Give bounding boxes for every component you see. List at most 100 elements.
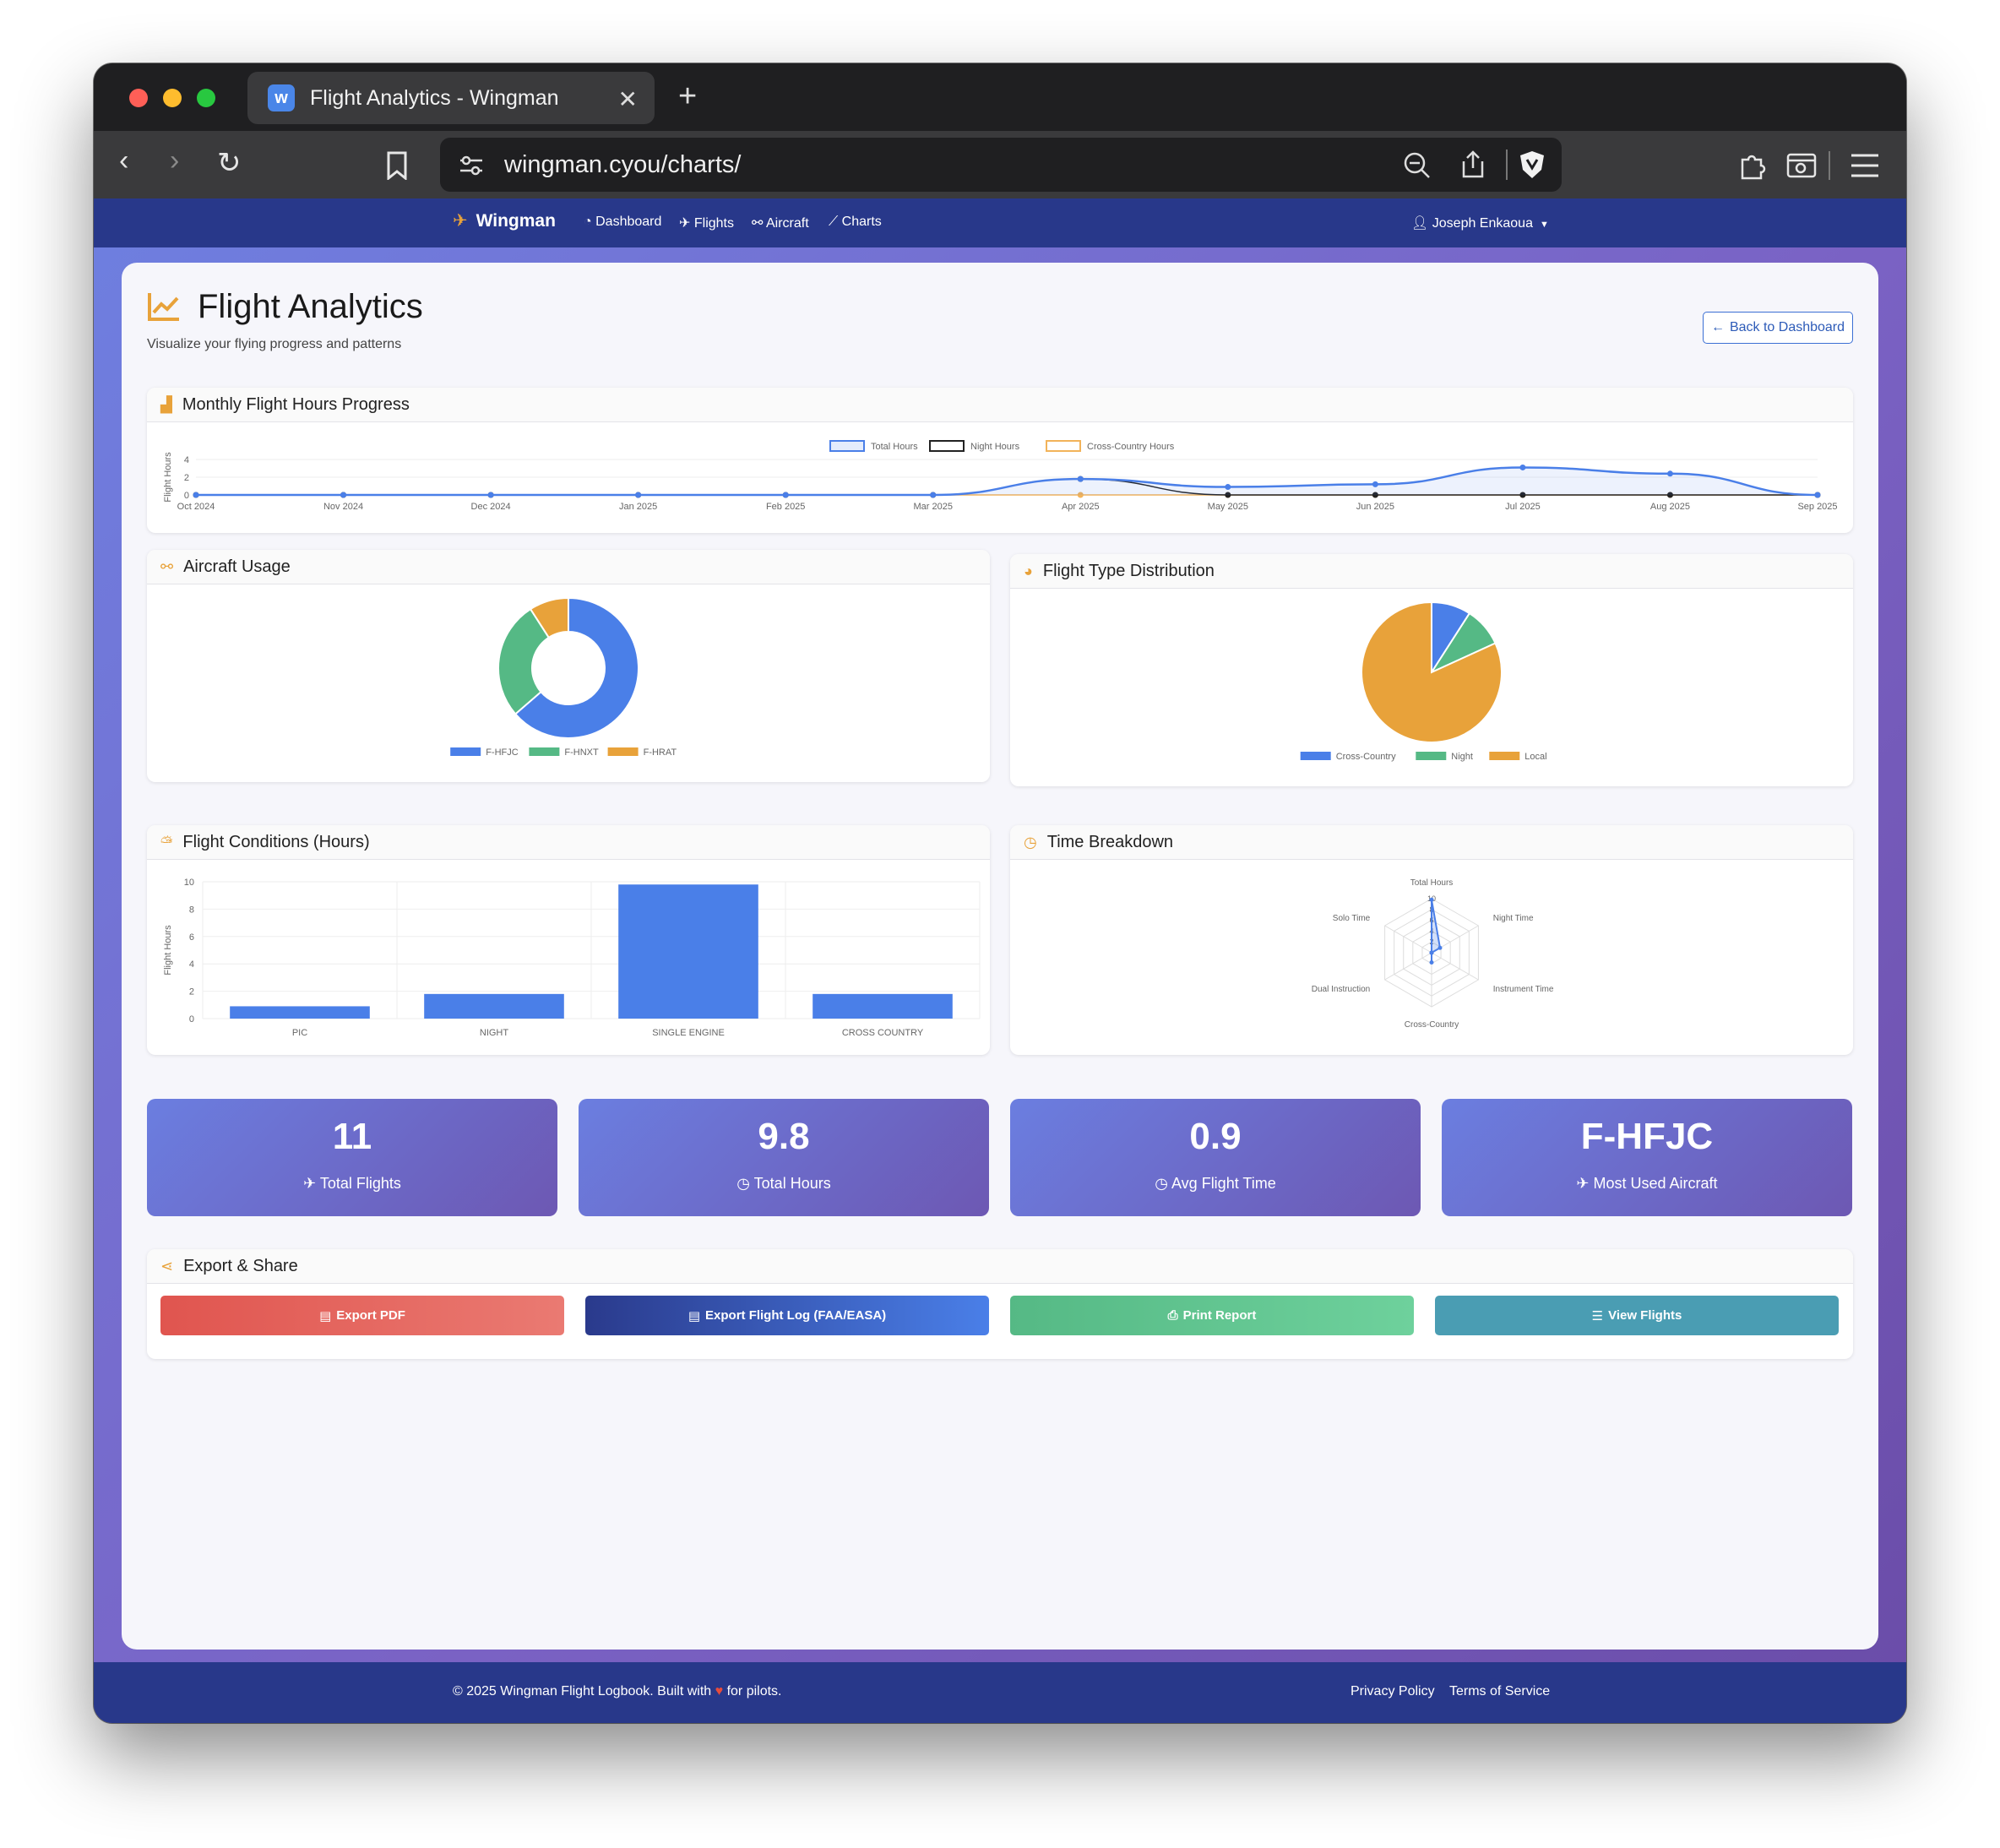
x-tick-label: PIC bbox=[292, 1028, 307, 1038]
reload-icon[interactable]: ↻ bbox=[217, 146, 242, 180]
button-label: Print Report bbox=[1182, 1308, 1257, 1323]
export-pdf-button[interactable]: ▤ Export PDF bbox=[160, 1296, 564, 1335]
data-point bbox=[1666, 470, 1673, 477]
brand-link[interactable]: ✈ Wingman bbox=[453, 210, 556, 231]
heart-icon: ♥ bbox=[715, 1684, 724, 1699]
x-tick-label: SINGLE ENGINE bbox=[652, 1028, 725, 1038]
stat-value: 9.8 bbox=[758, 1116, 810, 1157]
legend-label: Cross-Country Hours bbox=[1087, 442, 1175, 452]
radar-point bbox=[1429, 897, 1434, 902]
nav-flights[interactable]: ✈ Flights bbox=[679, 215, 734, 231]
nav-charts[interactable]: ⟋ Charts bbox=[829, 215, 882, 230]
bookmark-icon[interactable] bbox=[386, 151, 408, 180]
y-tick-label: 10 bbox=[184, 878, 194, 888]
button-label: Export PDF bbox=[336, 1308, 405, 1323]
data-point bbox=[930, 492, 937, 498]
zoom-out-icon[interactable] bbox=[1403, 151, 1432, 180]
site-navbar: ✈ Wingman ◔ Dashboard ✈ Flights ⚯ Aircraf… bbox=[94, 198, 1906, 247]
stat-total-flights: 11 ✈ Total Flights bbox=[147, 1099, 557, 1216]
clock-icon: ◷ bbox=[736, 1175, 754, 1192]
export-flight-log-button[interactable]: ▤ Export Flight Log (FAA/EASA) bbox=[585, 1296, 989, 1335]
legend-swatch bbox=[450, 747, 481, 756]
print-report-button[interactable]: ⎙ Print Report bbox=[1010, 1296, 1414, 1335]
stat-avg-flight-time: 0.9 ◷ Avg Flight Time bbox=[1010, 1099, 1421, 1216]
radar-axis-label: Instrument Time bbox=[1493, 985, 1554, 994]
card-title: Monthly Flight Hours Progress bbox=[182, 394, 410, 414]
clock-icon: ◷ bbox=[1155, 1175, 1171, 1192]
legend-swatch bbox=[829, 440, 865, 452]
nav-dashboard-label: Dashboard bbox=[595, 215, 662, 229]
legend-swatch bbox=[1489, 752, 1520, 760]
radar-spoke bbox=[1431, 952, 1479, 981]
close-tab-icon[interactable]: ✕ bbox=[618, 85, 638, 113]
radar-point bbox=[1429, 950, 1434, 955]
brand-name: Wingman bbox=[476, 211, 556, 231]
x-tick-label: Nov 2024 bbox=[323, 502, 363, 512]
radar-axis-label: Night Time bbox=[1493, 914, 1534, 923]
flight-type-card: ◕ Flight Type Distribution Cross-Country N… bbox=[1010, 554, 1853, 786]
data-point bbox=[340, 492, 347, 498]
terms-of-service-link[interactable]: Terms of Service bbox=[1449, 1684, 1550, 1699]
legend-swatch bbox=[1416, 752, 1447, 760]
aircraft-usage-chart: F-HFJC F-HNXT F-HRAT bbox=[450, 596, 677, 758]
legend-swatch bbox=[529, 747, 560, 756]
x-tick-label: Mar 2025 bbox=[913, 502, 952, 512]
user-menu[interactable]: 👤︎ Joseph Enkaoua ▼ bbox=[1411, 215, 1549, 231]
tab-active[interactable]: w Flight Analytics - Wingman ✕ bbox=[247, 72, 655, 124]
brave-shield-icon[interactable] bbox=[1518, 149, 1546, 180]
address-bar[interactable]: wingman.cyou/charts/ bbox=[440, 138, 1562, 192]
reader-mode-icon[interactable] bbox=[1786, 151, 1818, 180]
site-settings-icon[interactable] bbox=[459, 155, 484, 177]
y-tick-label: 4 bbox=[184, 455, 189, 465]
new-tab-icon[interactable]: + bbox=[678, 79, 697, 115]
stat-most-used-aircraft: F-HFJC ✈ Most Used Aircraft bbox=[1442, 1099, 1852, 1216]
close-window-button[interactable] bbox=[129, 89, 148, 107]
legend-label: Night Hours bbox=[970, 442, 1020, 452]
plane-icon: ✈ bbox=[679, 216, 694, 231]
file-pdf-icon: ▤ bbox=[319, 1308, 332, 1323]
area-chart-icon: ▟ bbox=[160, 395, 172, 413]
radar-point bbox=[1429, 960, 1434, 965]
nav-aircraft[interactable]: ⚯ Aircraft bbox=[752, 215, 809, 231]
helicopter-icon: ⚯ bbox=[752, 216, 766, 231]
time-breakdown-card: ◷ Time Breakdown Total Hours Night Time Ins… bbox=[1010, 825, 1853, 1055]
legend-label: Total Hours bbox=[871, 442, 918, 452]
view-flights-button[interactable]: ☰ View Flights bbox=[1435, 1296, 1839, 1335]
forward-icon[interactable]: › bbox=[170, 144, 179, 177]
export-share-card: ⋖ Export & Share ▤ Export PDF ▤ Export Flig… bbox=[147, 1249, 1853, 1359]
pie-chart-icon: ◕ bbox=[1024, 562, 1033, 579]
x-tick-label: Apr 2025 bbox=[1062, 502, 1100, 512]
time-breakdown-chart: Total Hours Night Time Instrument Time Cros… bbox=[1312, 878, 1554, 1030]
x-tick-label: Aug 2025 bbox=[1650, 502, 1690, 512]
stat-label: ✈ Most Used Aircraft bbox=[1576, 1175, 1718, 1192]
stat-label: ◷ Total Hours bbox=[736, 1175, 831, 1192]
radar-axis-label: Dual Instruction bbox=[1312, 985, 1370, 994]
file-export-icon: ▤ bbox=[688, 1308, 701, 1323]
minimize-window-button[interactable] bbox=[163, 89, 182, 107]
dashboard-icon: ◔ bbox=[584, 215, 596, 229]
legend-label: F-HRAT bbox=[644, 747, 677, 758]
url-text: wingman.cyou/charts/ bbox=[504, 151, 742, 178]
menu-icon[interactable] bbox=[1851, 153, 1879, 178]
nav-dashboard[interactable]: ◔ Dashboard bbox=[584, 215, 661, 230]
back-button-label: Back to Dashboard bbox=[1729, 320, 1845, 334]
privacy-policy-link[interactable]: Privacy Policy bbox=[1351, 1684, 1435, 1699]
legend-label: Night bbox=[1451, 752, 1473, 762]
y-tick-label: 2 bbox=[189, 987, 194, 997]
cloud-sun-icon: ⛅︎ bbox=[160, 833, 173, 851]
back-icon[interactable]: ‹ bbox=[119, 144, 128, 177]
nav-flights-label: Flights bbox=[693, 216, 734, 231]
data-point bbox=[1225, 484, 1231, 491]
legend-label: Local bbox=[1524, 752, 1546, 762]
legend-swatch bbox=[929, 440, 965, 452]
zoom-window-button[interactable] bbox=[197, 89, 215, 107]
extensions-icon[interactable] bbox=[1736, 149, 1768, 182]
monthly-hours-card: ▟ Monthly Flight Hours Progress Total Hou… bbox=[147, 388, 1853, 533]
legend-label: F-HFJC bbox=[486, 747, 519, 758]
copyright-text: © 2025 Wingman Flight Logbook. Built wit… bbox=[453, 1684, 782, 1699]
x-tick-label: Jun 2025 bbox=[1356, 502, 1394, 512]
share-icon[interactable] bbox=[1460, 149, 1486, 180]
nav-aircraft-label: Aircraft bbox=[765, 216, 809, 231]
y-tick-label: 2 bbox=[184, 473, 189, 483]
back-to-dashboard-button[interactable]: ← Back to Dashboard bbox=[1703, 312, 1853, 344]
